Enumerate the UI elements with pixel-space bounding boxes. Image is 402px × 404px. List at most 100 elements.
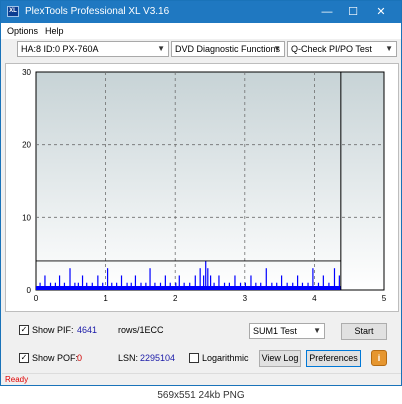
chart-bar (102, 282, 104, 290)
pi-po-chart: 0 1 2 3 4 5 0 10 20 30 (22, 68, 387, 303)
chart-bar (164, 275, 166, 290)
image-caption: 569x551 24kb PNG (0, 387, 402, 404)
chart-bar (333, 268, 336, 290)
chart-bar (338, 275, 340, 290)
chart-bar (130, 282, 132, 290)
chevron-down-icon: ▼ (385, 44, 393, 53)
lsn-label: LSN: (118, 353, 139, 363)
start-button[interactable]: Start (341, 323, 387, 340)
chart-bar (145, 282, 147, 290)
chart-bar (213, 282, 215, 290)
chart-bar (312, 268, 314, 290)
chart-bar (328, 282, 330, 290)
controls-panel: ✓ Show PIF: 4641 rows/1ECC SUM1 Test ▼ S… (1, 317, 401, 371)
show-pif-label: Show PIF: (32, 325, 74, 335)
chart-panel: 0 1 2 3 4 5 0 10 20 30 (5, 63, 399, 312)
drive-select[interactable]: HA:8 ID:0 PX-760A ▼ (17, 41, 169, 57)
baseline-bar (36, 286, 341, 290)
info-icon: i (377, 353, 381, 363)
pof-value: 0 (77, 353, 83, 363)
chart-bar (58, 275, 61, 290)
x-tick-label: 2 (173, 294, 178, 303)
chart-bar (255, 282, 257, 290)
function-select-value: DVD Diagnostic Functions (175, 44, 281, 54)
chevron-down-icon: ▼ (157, 44, 165, 53)
chart-bar (54, 282, 56, 290)
chart-bar (297, 275, 299, 290)
chart-bar (39, 282, 41, 290)
show-pof-checkbox[interactable]: ✓ (19, 353, 29, 363)
chart-bar (322, 275, 324, 290)
show-pof-label: Show POF: (32, 353, 79, 363)
chart-bar (307, 282, 309, 290)
minimize-button[interactable]: — (317, 4, 337, 20)
chart-bar (250, 275, 252, 290)
sum-select[interactable]: SUM1 Test ▼ (249, 323, 325, 339)
chart-bar (86, 282, 88, 290)
y-tick-label: 20 (22, 141, 31, 150)
chart-bar (134, 275, 137, 290)
chart-bar (207, 268, 209, 290)
toolbar: HA:8 ID:0 PX-760A ▼ DVD Diagnostic Funct… (1, 39, 401, 61)
x-tick-label: 5 (382, 294, 387, 303)
chart-bar (199, 268, 201, 290)
chart-bar (205, 260, 207, 290)
chart-bar (265, 268, 267, 290)
logarithmic-label: Logarithmic (202, 353, 249, 363)
chart-bar (169, 282, 171, 290)
info-button[interactable]: i (371, 350, 387, 366)
chart-bar (239, 282, 242, 290)
chart-bar (81, 275, 84, 290)
chart-bar (301, 282, 304, 290)
menu-bar: Options Help (1, 23, 401, 39)
chart-bar (140, 282, 142, 290)
title-bar[interactable]: XL PlexTools Professional XL V3.16 — ☐ ✕ (1, 1, 401, 23)
test-select-value: Q-Check PI/PO Test (291, 44, 372, 54)
x-tick-label: 4 (312, 294, 317, 303)
chart-bar (91, 282, 93, 290)
chart-bar (194, 275, 196, 290)
chart-bar (286, 282, 288, 290)
preferences-button[interactable]: Preferences (306, 350, 361, 367)
chart-bar (276, 282, 278, 290)
chart-bar (292, 282, 294, 290)
maximize-button[interactable]: ☐ (343, 4, 363, 20)
chart-bar (111, 282, 113, 290)
drive-select-value: HA:8 ID:0 PX-760A (21, 44, 99, 54)
chart-bar (175, 282, 177, 290)
logarithmic-checkbox[interactable] (189, 353, 199, 363)
plot-area (35, 71, 385, 291)
chart-bar (280, 275, 283, 290)
test-select[interactable]: Q-Check PI/PO Test ▼ (287, 41, 397, 57)
function-select[interactable]: DVD Diagnostic Functions ▼ (171, 41, 285, 57)
x-tick-label: 3 (243, 294, 248, 303)
chart-bar (234, 275, 236, 290)
rows-label: rows/1ECC (118, 325, 164, 335)
pif-value: 4641 (77, 325, 98, 335)
chevron-down-icon: ▼ (313, 326, 321, 335)
x-tick-label: 1 (103, 294, 108, 303)
chart-bar (159, 282, 162, 290)
view-log-button[interactable]: View Log (259, 350, 301, 367)
chart-bar (260, 282, 262, 290)
chart-bar (178, 275, 180, 290)
chart-bar (210, 275, 212, 290)
y-tick-label: 10 (22, 213, 31, 222)
app-window: XL PlexTools Professional XL V3.16 — ☐ ✕… (0, 0, 402, 386)
chart-bar (271, 282, 273, 290)
show-pif-checkbox[interactable]: ✓ (19, 325, 29, 335)
chart-bar (183, 282, 185, 290)
chart-bar (49, 282, 52, 290)
chart-bar (77, 282, 79, 290)
status-bar: Ready (2, 373, 401, 385)
menu-help[interactable]: Help (45, 26, 64, 36)
menu-options[interactable]: Options (7, 26, 38, 36)
sum-select-value: SUM1 Test (253, 326, 297, 336)
chart-bar (126, 282, 128, 290)
app-icon: XL (7, 6, 19, 17)
close-button[interactable]: ✕ (371, 4, 391, 20)
chart-bar (223, 282, 226, 290)
chart-bar (244, 282, 246, 290)
chart-bar (116, 282, 118, 290)
chart-bar (44, 275, 46, 290)
